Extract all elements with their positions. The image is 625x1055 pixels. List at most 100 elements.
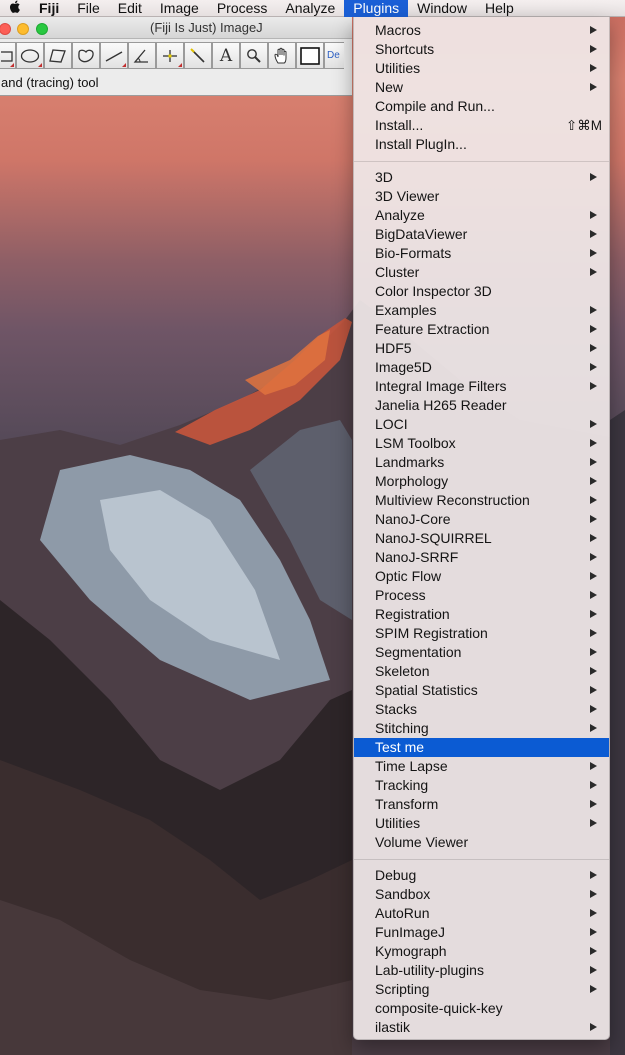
- menu-item-morphology[interactable]: Morphology: [354, 472, 609, 491]
- menu-item-label: Scripting: [375, 981, 430, 997]
- menu-item-cluster[interactable]: Cluster: [354, 263, 609, 282]
- menu-item-janelia-h265-reader[interactable]: Janelia H265 Reader: [354, 396, 609, 415]
- menu-item-3d-viewer[interactable]: 3D Viewer: [354, 187, 609, 206]
- text-tool[interactable]: A: [212, 42, 240, 69]
- wand-tool[interactable]: [184, 42, 212, 69]
- menu-item-sandbox[interactable]: Sandbox: [354, 885, 609, 904]
- freehand-tool[interactable]: [72, 42, 100, 69]
- apple-menu[interactable]: [0, 0, 30, 17]
- angle-tool-icon: [132, 48, 152, 64]
- menu-item-stitching[interactable]: Stitching: [354, 719, 609, 738]
- menu-item-image5d[interactable]: Image5D: [354, 358, 609, 377]
- menu-item-integral-image-filters[interactable]: Integral Image Filters: [354, 377, 609, 396]
- menu-help[interactable]: Help: [476, 0, 523, 17]
- menu-item-color-inspector-3d[interactable]: Color Inspector 3D: [354, 282, 609, 301]
- submenu-arrow-icon: [590, 211, 597, 219]
- menu-item-time-lapse[interactable]: Time Lapse: [354, 757, 609, 776]
- menu-item-loci[interactable]: LOCI: [354, 415, 609, 434]
- menu-item-nanoj-squirrel[interactable]: NanoJ-SQUIRREL: [354, 529, 609, 548]
- close-window-button[interactable]: [0, 23, 11, 35]
- line-tool[interactable]: [100, 42, 128, 69]
- menu-item-lsm-toolbox[interactable]: LSM Toolbox: [354, 434, 609, 453]
- menu-item-multiview-reconstruction[interactable]: Multiview Reconstruction: [354, 491, 609, 510]
- menu-item-landmarks[interactable]: Landmarks: [354, 453, 609, 472]
- menu-item-bio-formats[interactable]: Bio-Formats: [354, 244, 609, 263]
- menu-item-volume-viewer[interactable]: Volume Viewer: [354, 833, 609, 852]
- menu-item-composite-quick-key[interactable]: composite-quick-key: [354, 999, 609, 1018]
- menu-item-stacks[interactable]: Stacks: [354, 700, 609, 719]
- imagej-window: (Fiji Is Just) ImageJ A De and (tracing)…: [0, 17, 352, 96]
- menu-item-utilities[interactable]: Utilities: [354, 814, 609, 833]
- menu-item-shortcuts[interactable]: Shortcuts: [354, 40, 609, 59]
- menu-plugins[interactable]: Plugins: [344, 0, 409, 17]
- menu-item-label: 3D Viewer: [375, 188, 440, 204]
- menu-file[interactable]: File: [68, 0, 109, 17]
- menu-edit[interactable]: Edit: [109, 0, 151, 17]
- menu-item-process[interactable]: Process: [354, 586, 609, 605]
- menu-analyze[interactable]: Analyze: [276, 0, 344, 17]
- submenu-arrow-icon: [590, 26, 597, 34]
- menu-item-3d[interactable]: 3D: [354, 168, 609, 187]
- point-tool[interactable]: [156, 42, 184, 69]
- menu-image[interactable]: Image: [151, 0, 208, 17]
- menu-item-scripting[interactable]: Scripting: [354, 980, 609, 999]
- menu-fiji[interactable]: Fiji: [30, 0, 68, 17]
- menu-item-analyze[interactable]: Analyze: [354, 206, 609, 225]
- menu-item-test-me[interactable]: Test me: [354, 738, 609, 757]
- menu-process[interactable]: Process: [208, 0, 277, 17]
- menu-item-skeleton[interactable]: Skeleton: [354, 662, 609, 681]
- menu-item-label: Shortcuts: [375, 41, 435, 57]
- menu-item-utilities[interactable]: Utilities: [354, 59, 609, 78]
- submenu-arrow-icon: [590, 45, 597, 53]
- menu-item-label: ilastik: [375, 1019, 411, 1035]
- menu-item-lab-utility-plugins[interactable]: Lab-utility-plugins: [354, 961, 609, 980]
- menu-item-nanoj-srrf[interactable]: NanoJ-SRRF: [354, 548, 609, 567]
- menu-item-feature-extraction[interactable]: Feature Extraction: [354, 320, 609, 339]
- menu-item-kymograph[interactable]: Kymograph: [354, 942, 609, 961]
- submenu-arrow-icon: [590, 629, 597, 637]
- menu-item-label: Stitching: [375, 720, 429, 736]
- oval-tool[interactable]: [16, 42, 44, 69]
- menu-item-hdf5[interactable]: HDF5: [354, 339, 609, 358]
- menu-item-install-plugin[interactable]: Install PlugIn...: [354, 135, 609, 154]
- submenu-arrow-icon: [590, 382, 597, 390]
- menu-item-autorun[interactable]: AutoRun: [354, 904, 609, 923]
- menu-item-new[interactable]: New: [354, 78, 609, 97]
- hand-tool-icon: [272, 47, 292, 65]
- menu-item-examples[interactable]: Examples: [354, 301, 609, 320]
- menu-item-nanoj-core[interactable]: NanoJ-Core: [354, 510, 609, 529]
- menu-item-registration[interactable]: Registration: [354, 605, 609, 624]
- menu-item-debug[interactable]: Debug: [354, 866, 609, 885]
- imagej-titlebar[interactable]: (Fiji Is Just) ImageJ: [0, 17, 352, 39]
- menu-item-compile-and-run[interactable]: Compile and Run...: [354, 97, 609, 116]
- freehand-tool-icon: [76, 48, 96, 64]
- rectangle-tool[interactable]: [0, 42, 16, 69]
- menu-item-label: Image5D: [375, 359, 432, 375]
- hand-tool[interactable]: [268, 42, 296, 69]
- magnifier-tool[interactable]: [240, 42, 268, 69]
- menu-item-bigdataviewer[interactable]: BigDataViewer: [354, 225, 609, 244]
- menu-item-funimagej[interactable]: FunImageJ: [354, 923, 609, 942]
- menu-item-spatial-statistics[interactable]: Spatial Statistics: [354, 681, 609, 700]
- menu-item-label: Examples: [375, 302, 437, 318]
- submenu-arrow-icon: [590, 705, 597, 713]
- menu-item-install[interactable]: Install... ⇧⌘M: [354, 116, 609, 135]
- menu-item-optic-flow[interactable]: Optic Flow: [354, 567, 609, 586]
- menu-item-segmentation[interactable]: Segmentation: [354, 643, 609, 662]
- more-tools-button[interactable]: De: [324, 42, 344, 69]
- zoom-window-button[interactable]: [36, 23, 48, 35]
- color-picker-tool[interactable]: [296, 42, 324, 69]
- polygon-tool[interactable]: [44, 42, 72, 69]
- submenu-arrow-icon: [590, 871, 597, 879]
- submenu-arrow-icon: [590, 610, 597, 618]
- menu-item-spim-registration[interactable]: SPIM Registration: [354, 624, 609, 643]
- menu-item-ilastik[interactable]: ilastik: [354, 1018, 609, 1037]
- menu-item-transform[interactable]: Transform: [354, 795, 609, 814]
- menu-item-macros[interactable]: Macros: [354, 21, 609, 40]
- angle-tool[interactable]: [128, 42, 156, 69]
- status-bar: and (tracing) tool: [1, 75, 99, 90]
- menu-window[interactable]: Window: [408, 0, 476, 17]
- menu-item-tracking[interactable]: Tracking: [354, 776, 609, 795]
- minimize-window-button[interactable]: [17, 23, 29, 35]
- submenu-arrow-icon: [590, 306, 597, 314]
